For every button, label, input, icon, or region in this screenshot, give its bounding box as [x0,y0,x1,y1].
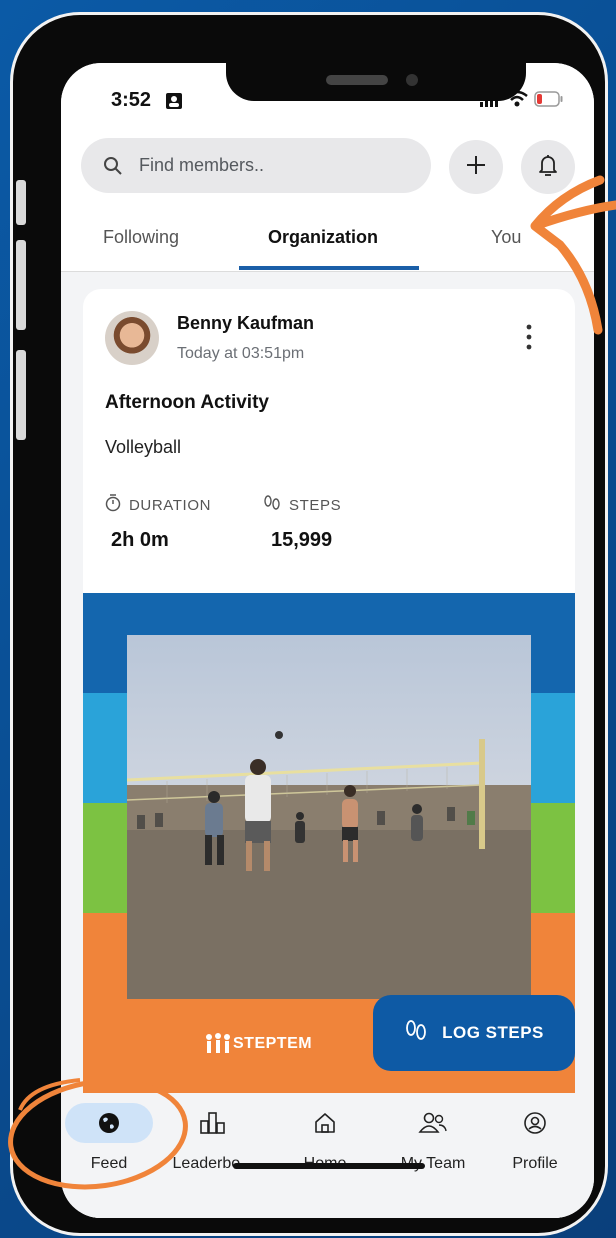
activity-title: Afternoon Activity [105,392,269,413]
activity-type: Volleyball [105,437,182,457]
bell-icon [537,153,559,182]
status-time: 3:52 [111,89,152,111]
kebab-menu-icon [526,324,532,350]
tab-you[interactable]: You [491,227,521,248]
globe-icon [65,1103,153,1143]
team-icon [389,1103,477,1143]
avatar[interactable] [105,311,159,365]
bottom-navigation: Feed Leaderbo... Home My Team [61,1093,594,1218]
stat-steps-value: 15,999 [271,529,333,551]
stat-duration-label: DURATION [105,494,211,516]
footprints-icon [404,1019,428,1048]
brand-logo-text: STEPTEM [233,1035,313,1052]
tab-following[interactable]: Following [103,227,179,248]
nav-feed[interactable]: Feed [61,1103,157,1173]
log-steps-label: LOG STEPS [442,1023,544,1042]
battery-icon [534,91,564,112]
phone-volume-down [16,350,26,440]
post-timestamp: Today at 03:51pm [177,345,305,362]
search-icon [103,156,123,176]
home-indicator [233,1163,425,1169]
tab-indicator [239,266,419,270]
feed-tabs: Following Organization You [61,213,594,272]
phone-notch [226,63,526,101]
bar-chart-icon [169,1103,257,1143]
stat-duration-value: 2h 0m [111,529,169,551]
activity-post-card: Benny Kaufman Today at 03:51pm Afternoon… [83,289,575,1218]
phone-silent-switch [16,180,26,225]
app-screen: 3:52 Find members.. Following Organizati… [61,63,594,1218]
add-button[interactable] [449,140,503,194]
search-bar[interactable] [81,138,431,193]
nav-profile[interactable]: Profile [487,1103,583,1173]
footprints-icon [263,494,281,516]
plus-icon [465,154,487,181]
home-icon [281,1103,369,1143]
nav-feed-label: Feed [90,1155,128,1172]
more-options-button[interactable] [519,324,539,354]
notifications-button[interactable] [521,140,575,194]
phone-volume-up [16,240,26,330]
profile-icon [491,1103,579,1143]
post-user-name[interactable]: Benny Kaufman [177,313,314,334]
timer-icon [105,494,121,516]
stat-steps-label: STEPS [263,494,341,516]
contact-card-icon [165,92,183,115]
nav-profile-label: Profile [512,1155,558,1172]
log-steps-button[interactable]: LOG STEPS [373,995,575,1071]
phone-frame: 3:52 Find members.. Following Organizati… [10,12,608,1236]
steptem-logo-icon [205,1033,231,1058]
tab-organization[interactable]: Organization [268,227,378,248]
search-input[interactable] [137,154,391,177]
activity-photo [127,635,531,999]
